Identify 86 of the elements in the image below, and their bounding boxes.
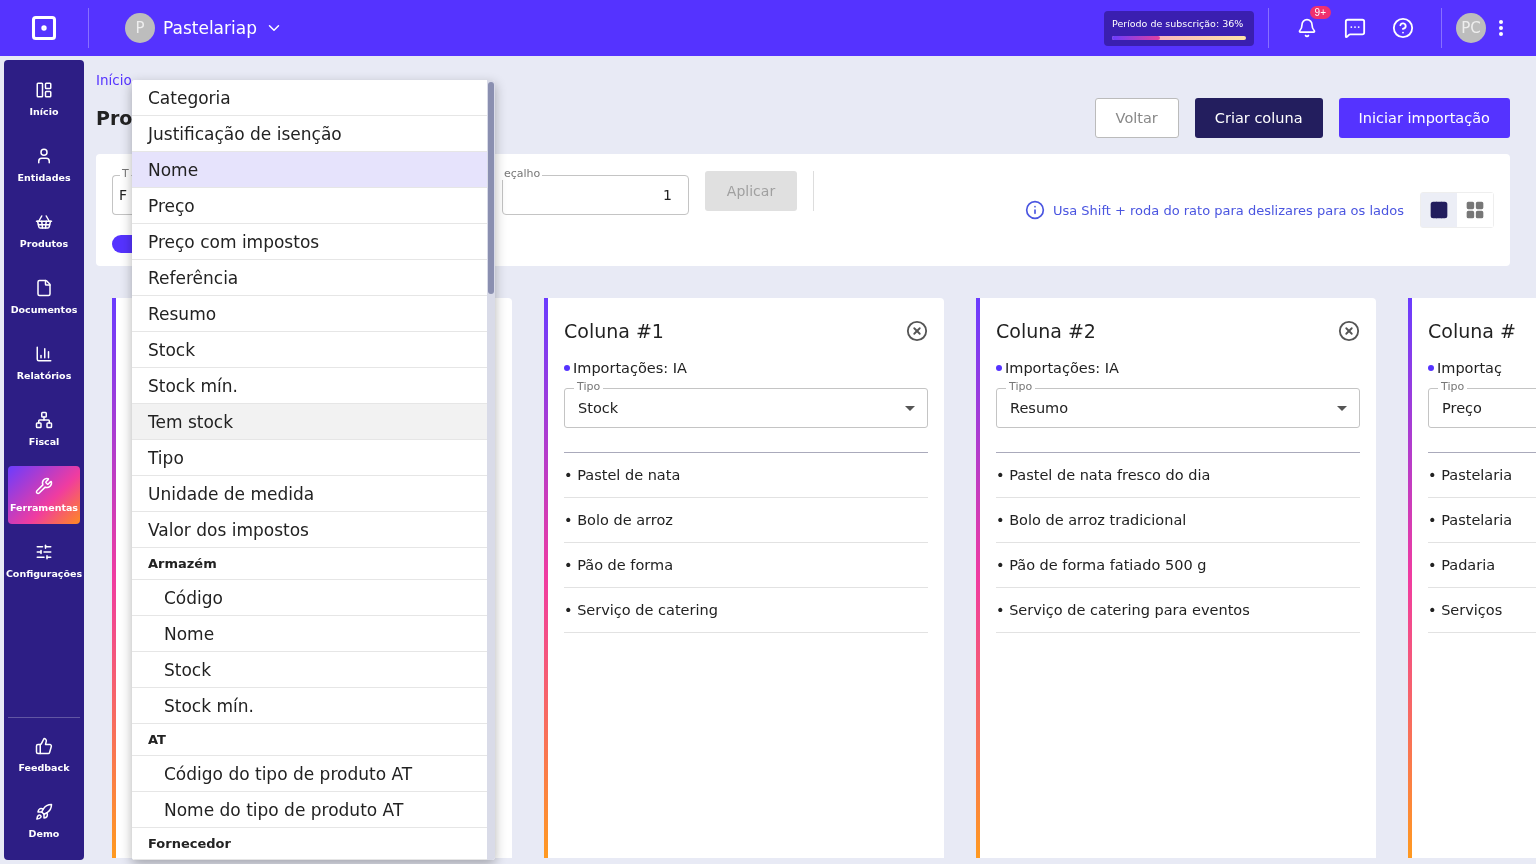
breadcrumb-link[interactable]: Início — [96, 72, 132, 88]
sidebar-item[interactable]: Entidades — [8, 136, 80, 194]
thumbs-up-icon — [35, 737, 53, 755]
sidebar-item[interactable]: Início — [8, 70, 80, 128]
source-label: Importações: IA — [1005, 360, 1120, 376]
help-icon — [1392, 17, 1414, 39]
page-title: Pro — [96, 107, 133, 129]
menu-option[interactable]: Nome do tipo de produto AT — [132, 792, 487, 828]
menu-option[interactable]: Tem stock — [132, 404, 487, 440]
file-icon — [35, 279, 53, 297]
create-column-button[interactable]: Criar coluna — [1194, 98, 1323, 138]
column-item: • Bolo de arroz — [564, 498, 928, 543]
menu-option[interactable]: Preço — [132, 188, 487, 224]
notifications-button[interactable]: 9+ — [1283, 8, 1331, 48]
logo-icon[interactable] — [30, 14, 58, 42]
sidebar-item[interactable]: Documentos — [8, 268, 80, 326]
column-item: • Serviços — [1428, 588, 1536, 633]
column-item: • Pão de forma — [564, 543, 928, 588]
menu-option[interactable]: Stock mín. — [132, 688, 487, 724]
menu-option[interactable]: Valor dos impostos — [132, 512, 487, 548]
scroll-hint: Usa Shift + roda do rato para deslizares para os lados — [1052, 202, 1404, 218]
menu-option[interactable]: Código — [132, 580, 487, 616]
menu-option[interactable]: Stock — [132, 652, 487, 688]
notification-badge: 9+ — [1309, 6, 1331, 19]
column-item: • Pão de forma fatiado 500 g — [996, 543, 1360, 588]
sidebar-item[interactable]: Configurações — [8, 532, 80, 590]
dot-icon — [996, 365, 1002, 371]
kebab-icon — [1499, 20, 1503, 36]
column-title: Coluna # — [1428, 320, 1516, 342]
sidebar-item[interactable]: Demo — [8, 792, 80, 850]
bell-icon — [1297, 18, 1317, 38]
rocket-icon — [35, 803, 53, 821]
column-item: • Serviço de catering para eventos — [996, 588, 1360, 633]
column-item: • Padaria — [1428, 543, 1536, 588]
wrench-icon — [35, 477, 53, 495]
menu-option[interactable]: Código do tipo de produto AT — [132, 756, 487, 792]
column-item: • Serviço de catering — [564, 588, 928, 633]
source-label: Importaç — [1437, 360, 1502, 376]
back-button[interactable]: Voltar — [1094, 98, 1179, 138]
panel-layout-icon — [35, 81, 53, 99]
column-item: • Pastel de nata fresco do dia — [996, 453, 1360, 498]
column-title: Coluna #1 — [564, 320, 664, 342]
menu-option[interactable]: Tipo — [132, 440, 487, 476]
dot-icon — [564, 365, 570, 371]
basket-icon — [35, 213, 53, 231]
menu-option[interactable]: Justificação de isenção — [132, 116, 487, 152]
close-icon[interactable] — [1338, 320, 1360, 342]
menu-option[interactable]: Stock — [132, 332, 487, 368]
menu-option[interactable]: Categoria — [132, 80, 487, 116]
sidebar-item[interactable]: Ferramentas — [8, 466, 80, 524]
sidebar-item[interactable]: Produtos — [8, 202, 80, 260]
dot-icon — [1428, 365, 1434, 371]
menu-option[interactable]: Nome — [132, 616, 487, 652]
menu-group-header: Fornecedor — [132, 828, 487, 860]
caret-icon — [1337, 405, 1347, 411]
menu-option[interactable]: Stock mín. — [132, 368, 487, 404]
sidebar-item[interactable]: Relatórios — [8, 334, 80, 392]
user-icon — [35, 147, 53, 165]
caret-icon — [905, 405, 915, 411]
menu-group-header: Armazém — [132, 548, 487, 580]
columns-view-button[interactable] — [1421, 193, 1457, 227]
menu-option[interactable]: Referência — [132, 260, 487, 296]
bar-chart-icon — [35, 345, 53, 363]
subscription-label: Período de subscrição: 36% — [1112, 17, 1245, 29]
toggle-switch[interactable] — [112, 235, 132, 253]
column-title: Coluna #2 — [996, 320, 1096, 342]
start-import-button[interactable]: Iniciar importação — [1338, 98, 1510, 138]
close-icon[interactable] — [906, 320, 928, 342]
chat-icon — [1344, 17, 1366, 39]
menu-option[interactable]: Unidade de medida — [132, 476, 487, 512]
scrollbar-thumb[interactable] — [488, 82, 494, 294]
info-icon — [1024, 200, 1045, 220]
menu-option[interactable]: Preço com impostos — [132, 224, 487, 260]
source-label: Importações: IA — [573, 360, 688, 376]
sidebar-item[interactable]: Feedback — [8, 726, 80, 784]
column-item: • Bolo de arroz tradicional — [996, 498, 1360, 543]
grid-icon — [1465, 200, 1485, 220]
sliders-icon — [35, 543, 53, 561]
column-item: • Pastel de nata — [564, 453, 928, 498]
menu-group-header: AT — [132, 724, 487, 756]
menu-option[interactable]: Resumo — [132, 296, 487, 332]
sidebar-item[interactable]: Fiscal — [8, 400, 80, 458]
menu-option[interactable]: Nome — [132, 152, 487, 188]
column-item: • Pastelaria — [1428, 453, 1536, 498]
network-icon — [35, 411, 53, 429]
column-item: • Pastelaria — [1428, 498, 1536, 543]
